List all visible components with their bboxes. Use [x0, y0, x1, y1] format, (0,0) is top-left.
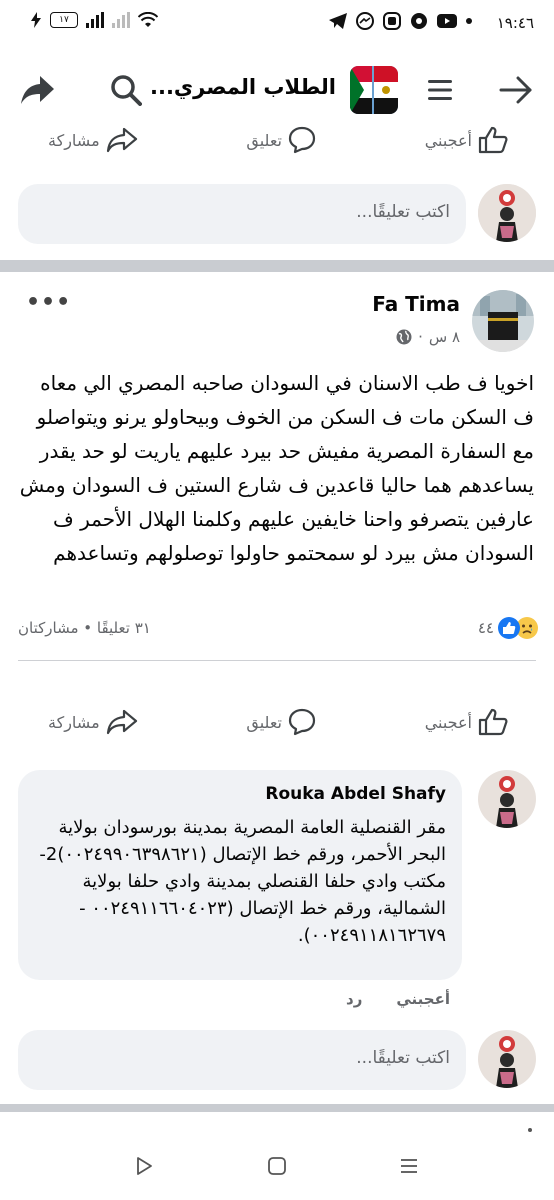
reactions-count: ٤٤ [477, 619, 494, 637]
search-icon [111, 75, 142, 106]
battery-icon: ١٧ [50, 12, 78, 28]
commenter-avatar[interactable] [478, 770, 536, 828]
comment-input-top[interactable]: اكتب تعليقًا... [18, 184, 466, 244]
status-left-group: ١٧ [30, 12, 158, 28]
nav-back-button[interactable] [130, 1152, 158, 1180]
comment-actions: أعجبني رد [346, 990, 450, 1008]
back-button[interactable] [496, 70, 536, 110]
commenter-avatar-image [478, 770, 536, 828]
share-icon [106, 709, 137, 735]
clock: ١٩:٤٦ [496, 14, 534, 32]
comment-text: مقر القنصلية العامة المصرية بمدينة بورسو… [39, 817, 446, 946]
menu-button[interactable] [420, 70, 460, 110]
dot-icon [466, 18, 472, 24]
telegram-icon [329, 13, 347, 29]
user-avatar-image [478, 184, 536, 242]
user-avatar-top[interactable] [478, 184, 536, 242]
post-actions: أعجبني تعليق مشاركة [0, 702, 554, 742]
prev-comment-label: تعليق [246, 130, 282, 150]
comment-placeholder: اكتب تعليقًا... [356, 202, 450, 222]
group-title[interactable]: الطلاب المصري... [150, 75, 336, 99]
nav-home-button[interactable] [263, 1152, 291, 1180]
search-button[interactable] [106, 70, 146, 110]
prev-comment-button[interactable]: تعليق [246, 120, 316, 160]
recents-icon [401, 1159, 417, 1173]
like-button[interactable]: أعجبني [425, 702, 508, 742]
commenter-name[interactable]: Rouka Abdel Shafy [265, 784, 446, 804]
share-button[interactable] [18, 70, 58, 110]
comment-like-button[interactable]: أعجبني [396, 990, 450, 1008]
app-header: الطلاب المصري... [0, 50, 554, 130]
post-body: اخويا ف طب الاسنان في السودان صاحبه المص… [19, 371, 534, 565]
share-button-post[interactable]: مشاركة [48, 702, 138, 742]
share-arrow-icon [21, 76, 54, 104]
comment-bubble-icon [288, 126, 316, 154]
flags-image [350, 66, 398, 114]
post-author-avatar[interactable] [472, 290, 534, 352]
prev-like-button[interactable]: أعجبني [425, 120, 508, 160]
nav-dot [528, 1128, 532, 1132]
messenger-icon [356, 12, 374, 30]
comment-placeholder-bottom: اكتب تعليقًا... [356, 1048, 450, 1068]
square-home-icon [268, 1157, 286, 1175]
charging-icon [31, 12, 41, 28]
comment-button[interactable]: تعليق [246, 702, 316, 742]
post-divider [18, 660, 536, 661]
user-avatar-bottom[interactable] [478, 1030, 536, 1088]
post-meta: ٨ س · [396, 328, 460, 346]
share-label: مشاركة [48, 712, 100, 732]
post-separator-1 [0, 260, 554, 272]
youtube-icon [437, 14, 457, 28]
system-nav-bar [0, 1112, 554, 1200]
signal-2-icon [112, 12, 130, 28]
prev-share-button[interactable]: مشاركة [48, 120, 138, 160]
prev-post-actions: أعجبني تعليق مشاركة [0, 120, 554, 160]
triangle-back-icon [137, 1157, 152, 1175]
wifi-icon [138, 12, 158, 27]
status-notification-icons [329, 12, 472, 30]
record-icon [411, 13, 427, 29]
nav-recents-button[interactable] [395, 1152, 423, 1180]
like-label: أعجبني [424, 712, 472, 732]
kaaba-avatar-image [472, 290, 534, 352]
user-avatar-image [478, 1030, 536, 1088]
post-time[interactable]: ٨ س [429, 328, 460, 346]
signal-icon [86, 12, 104, 28]
post-author-name[interactable]: Fa Tima [372, 292, 460, 316]
share-icon [106, 127, 137, 153]
post-separator-2 [0, 1104, 554, 1112]
thumbs-up-icon [478, 708, 508, 736]
post-options-button[interactable]: ••• [26, 290, 71, 315]
reactions-summary[interactable]: ٤٤ [478, 617, 538, 639]
group-flag-image[interactable] [350, 66, 398, 114]
meta-dot: · [418, 328, 423, 346]
like-reaction-icon [498, 617, 520, 639]
prev-like-label: أعجبني [424, 130, 472, 150]
hamburger-icon [428, 80, 452, 100]
post-stats: ٣١ تعليقًا • مشاركتان ٤٤ [0, 615, 554, 645]
thumbs-up-icon [478, 126, 508, 154]
whatsapp-icon [383, 12, 401, 30]
prev-share-label: مشاركة [48, 130, 100, 150]
comment-label: تعليق [246, 712, 282, 732]
arrow-right-icon [499, 76, 532, 104]
status-bar: ١٧ ١٩:٤٦ [0, 0, 554, 50]
globe-icon [396, 329, 412, 345]
comment-bubble[interactable]: Rouka Abdel Shafy مقر القنصلية العامة ال… [18, 770, 462, 980]
comment-input-bottom[interactable]: اكتب تعليقًا... [18, 1030, 466, 1090]
comment-reply-button[interactable]: رد [346, 990, 362, 1008]
comments-shares-count[interactable]: ٣١ تعليقًا • مشاركتان [18, 619, 151, 637]
comment-bubble-icon [288, 708, 316, 736]
